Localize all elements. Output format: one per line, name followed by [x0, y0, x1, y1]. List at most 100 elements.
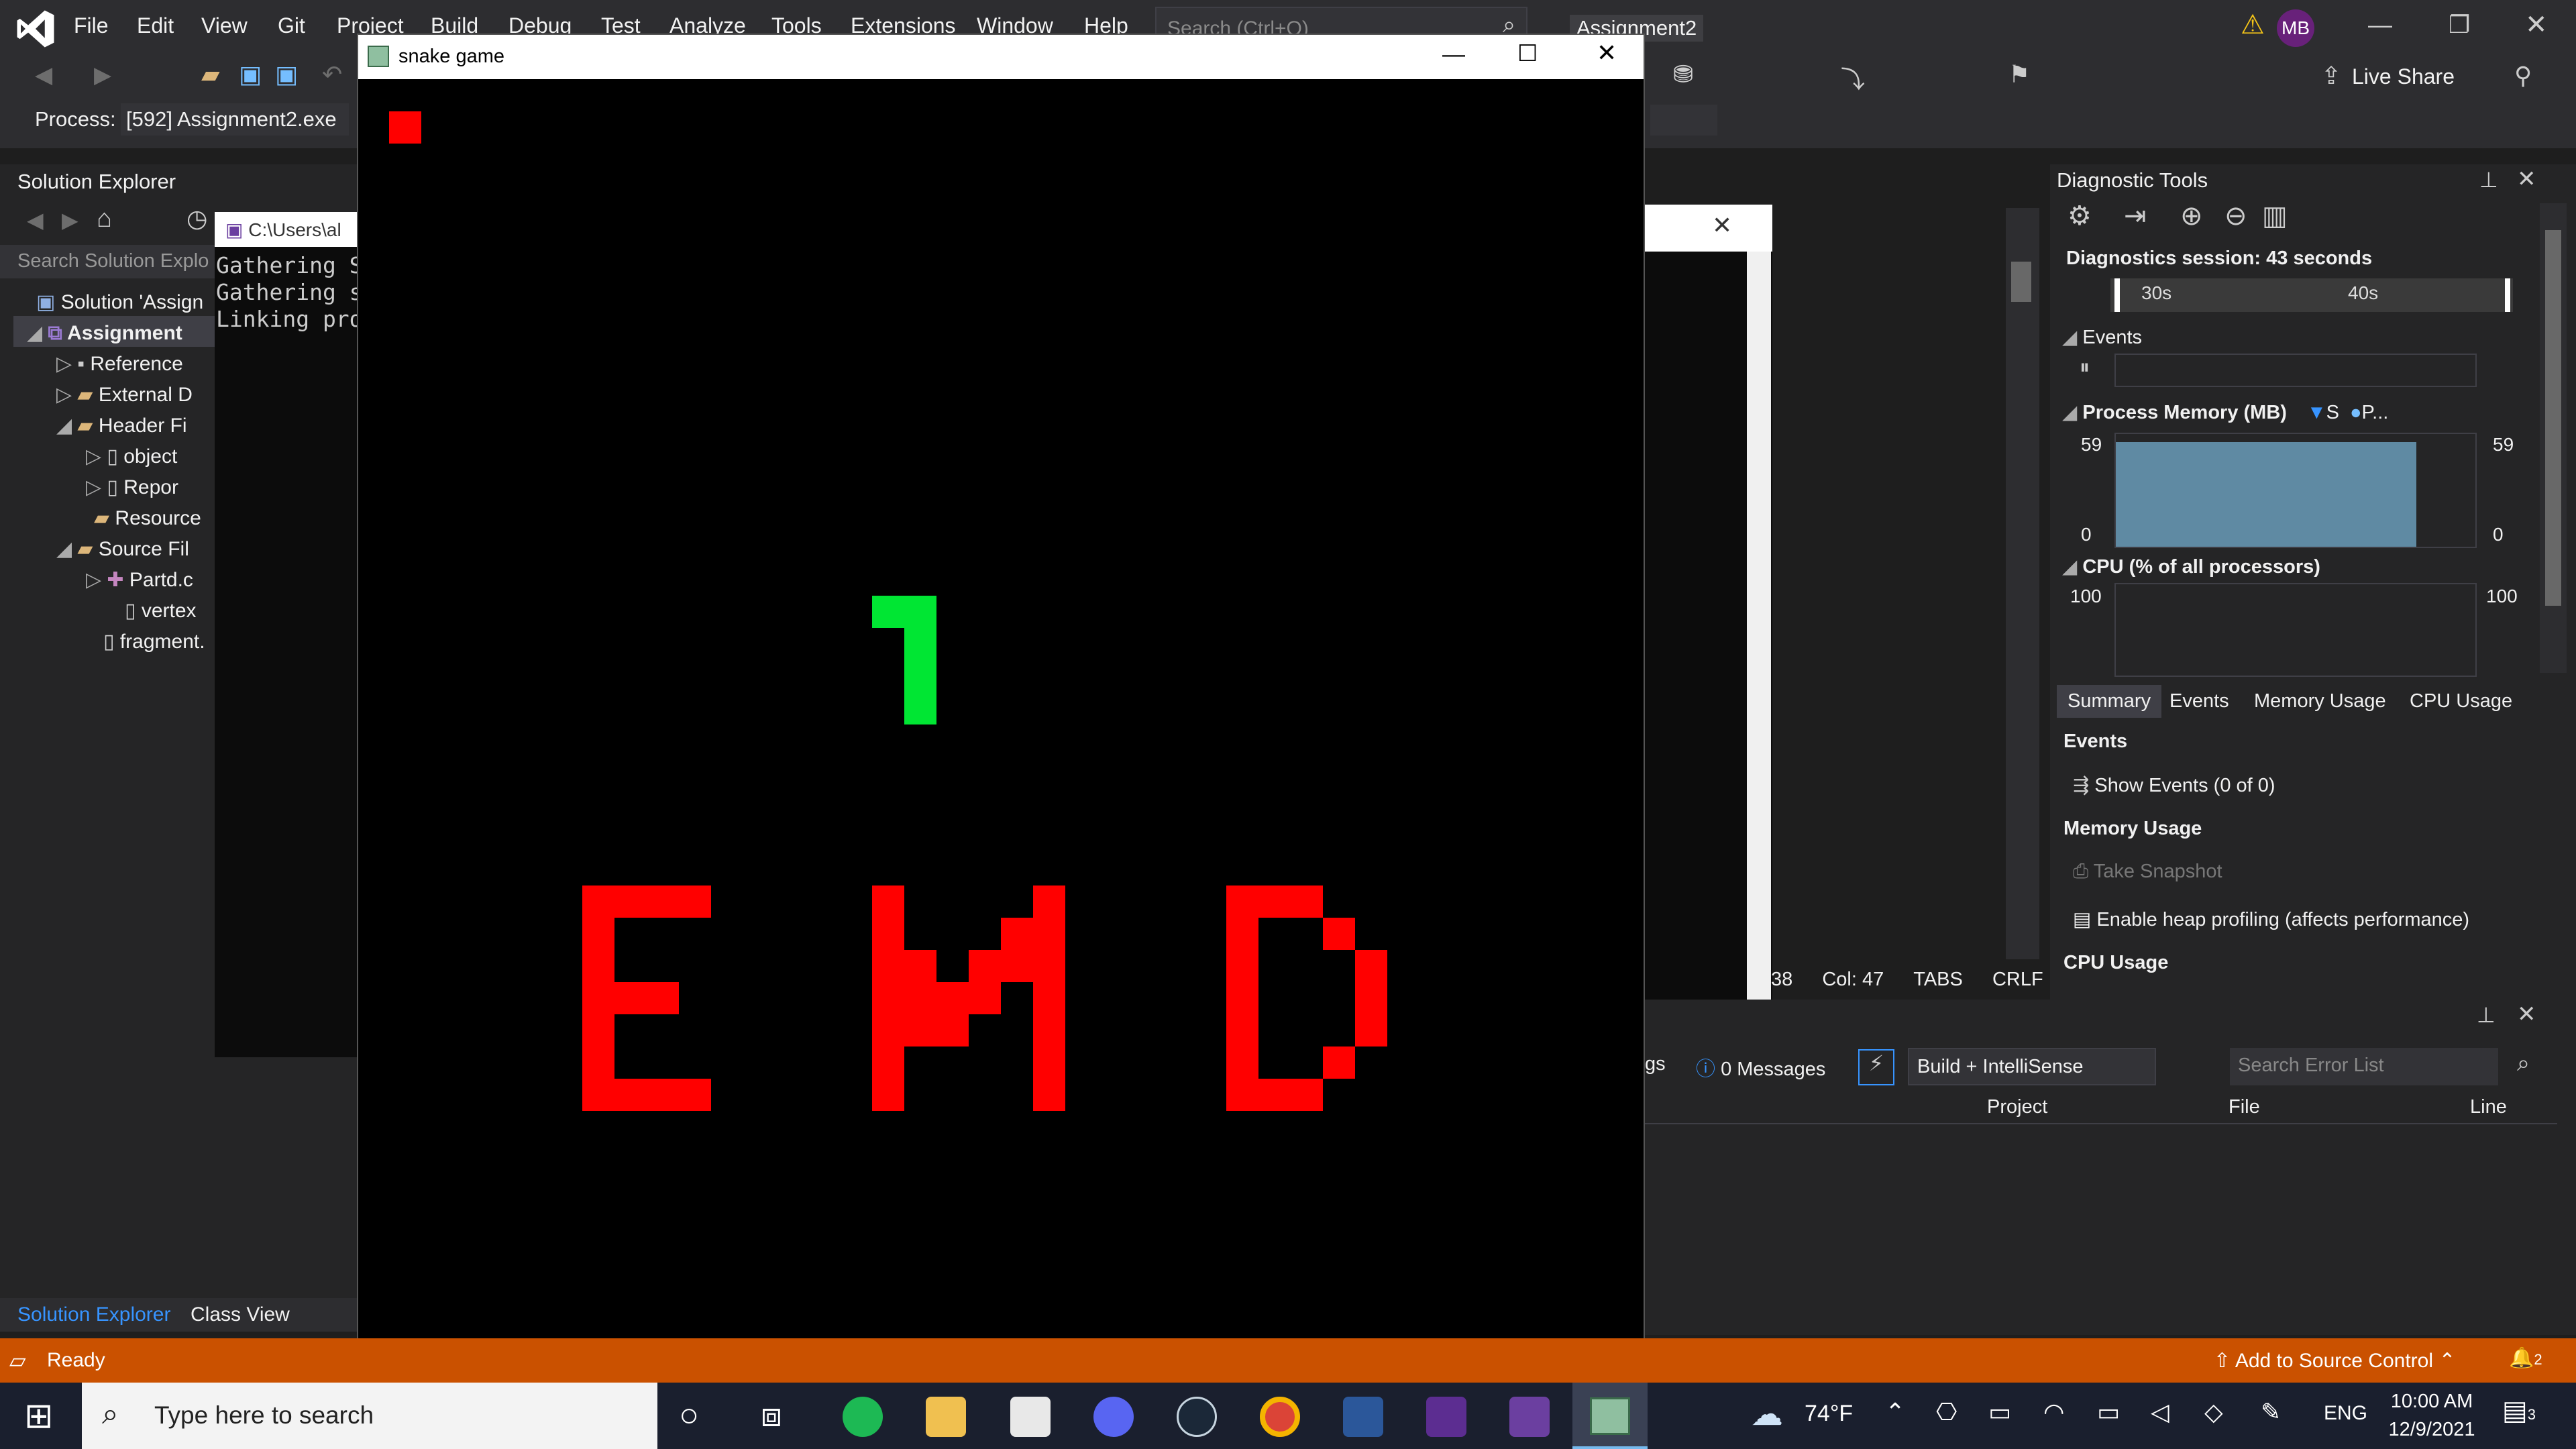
warnings-filter[interactable]: gs	[1645, 1053, 1666, 1075]
tab-events[interactable]: Events	[2169, 690, 2229, 712]
history-icon[interactable]: ◷	[186, 205, 207, 233]
steam-icon[interactable]	[1177, 1397, 1217, 1437]
tree-source-files[interactable]: ◢ ▰ Source Fil	[56, 537, 189, 561]
column-line[interactable]: Line	[2470, 1096, 2507, 1118]
cpu-chart[interactable]	[2114, 583, 2477, 677]
menu-git[interactable]: Git	[278, 13, 305, 38]
volume-icon[interactable]: ◁	[2151, 1398, 2169, 1426]
restore-icon[interactable]: ❐	[2449, 11, 2470, 39]
build-filter-dropdown[interactable]: Build + IntelliSense	[1908, 1048, 2156, 1085]
discord-icon[interactable]	[1093, 1397, 1134, 1437]
live-share-button[interactable]: Live Share	[2352, 64, 2455, 89]
timeline-start-handle[interactable]	[2114, 278, 2120, 312]
zoom-out-icon[interactable]: ⊖	[2224, 201, 2247, 231]
snake-titlebar[interactable]: snake game — ☐ ✕	[358, 35, 1644, 79]
tree-partd[interactable]: ▷ ✚ Partd.c	[86, 568, 193, 592]
thread-dropdown[interactable]	[1650, 105, 1717, 136]
warning-icon[interactable]: ⚠	[2241, 9, 2265, 40]
line-ending[interactable]: CRLF	[1992, 969, 2043, 990]
menu-view[interactable]: View	[201, 13, 248, 38]
back-icon[interactable]: ◀	[27, 207, 44, 233]
column-file[interactable]: File	[2229, 1096, 2260, 1118]
tree-external[interactable]: ▷ ▰ External D	[56, 383, 193, 407]
tab-memory-usage[interactable]: Memory Usage	[2254, 690, 2386, 712]
pause-icon[interactable]: ⏸	[2080, 356, 2090, 379]
chrome-icon[interactable]	[1260, 1397, 1300, 1437]
cpu-section[interactable]: ◢ CPU (% of all processors)	[2062, 555, 2320, 578]
editor-scrollbar[interactable]	[2006, 208, 2039, 959]
error-search-input[interactable]: Search Error List	[2230, 1048, 2498, 1085]
battery-icon[interactable]: ▭	[2097, 1398, 2120, 1426]
dropbox-icon[interactable]: ◇	[2204, 1398, 2223, 1426]
heap-profiling-button[interactable]: ▤ Enable heap profiling (affects perform…	[2073, 908, 2469, 931]
language-indicator[interactable]: ENG	[2324, 1402, 2367, 1425]
close-icon[interactable]: ✕	[1712, 211, 1732, 239]
visual-studio-icon[interactable]	[1426, 1397, 1466, 1437]
action-center[interactable]: ▤3	[2502, 1395, 2536, 1426]
minimize-icon[interactable]: —	[1442, 42, 1465, 68]
home-icon[interactable]: ⌂	[97, 205, 112, 233]
timeline-ruler[interactable]: 30s 40s	[2110, 278, 2513, 312]
tree-header-files[interactable]: ◢ ▰ Header Fi	[56, 414, 187, 437]
undo-icon[interactable]: ↶	[322, 60, 342, 89]
weather-icon[interactable]: ☁	[1751, 1395, 1783, 1433]
debug-toolbar-icon[interactable]: ⛃	[1673, 60, 1693, 89]
word-icon[interactable]	[1343, 1397, 1383, 1437]
tree-project[interactable]: ◢ ⧉ Assignment	[27, 321, 182, 345]
tab-class-view[interactable]: Class View	[191, 1303, 290, 1326]
scrollbar-thumb[interactable]	[2011, 262, 2031, 302]
tab-summary[interactable]: Summary	[2057, 685, 2162, 718]
events-section[interactable]: ◢ Events	[2062, 325, 2142, 349]
close-icon[interactable]: ✕	[2525, 9, 2548, 40]
zoom-in-icon[interactable]: ⊕	[2180, 201, 2203, 231]
display-icon[interactable]: ▭	[1988, 1398, 2011, 1426]
messages-filter[interactable]: ⓘ 0 Messages	[1696, 1053, 1825, 1081]
minimize-icon[interactable]: —	[2368, 11, 2392, 39]
tab-cpu-usage[interactable]: CPU Usage	[2410, 690, 2512, 712]
cortana-icon[interactable]: ○	[679, 1395, 699, 1434]
user-avatar[interactable]: MB	[2277, 9, 2314, 47]
close-icon[interactable]: ✕	[2517, 166, 2536, 193]
wifi-icon[interactable]: ◠	[2043, 1398, 2064, 1426]
taskbar-search[interactable]: ⌕ Type here to search	[82, 1383, 657, 1449]
memory-section[interactable]: ◢ Process Memory (MB) ▼S ●P...	[2062, 400, 2388, 424]
file-explorer-icon[interactable]	[926, 1397, 966, 1437]
tree-solution[interactable]: ▣ Solution 'Assign	[36, 290, 203, 314]
menu-file[interactable]: File	[74, 13, 109, 38]
close-icon[interactable]: ✕	[2517, 1001, 2536, 1028]
microsoft-store-icon[interactable]	[1010, 1397, 1051, 1437]
chart-icon[interactable]: ▥	[2262, 201, 2288, 231]
clock[interactable]: 10:00 AM 12/9/2021	[2388, 1387, 2475, 1444]
tree-object[interactable]: ▷ ▯ object	[86, 445, 177, 468]
forward-icon[interactable]: ▶	[62, 207, 78, 233]
scrollbar-thumb[interactable]	[2545, 230, 2561, 606]
diagnostics-scrollbar[interactable]	[2540, 203, 2567, 673]
snake-game-taskbar-button[interactable]	[1572, 1383, 1648, 1449]
menu-edit[interactable]: Edit	[137, 13, 174, 38]
column-project[interactable]: Project	[1987, 1096, 2047, 1118]
weather-temp[interactable]: 74°F	[1805, 1401, 1853, 1427]
save-all-icon[interactable]: ▣	[275, 60, 298, 89]
maximize-icon[interactable]: ☐	[1517, 40, 1538, 67]
forward-icon[interactable]: ▶	[94, 62, 111, 89]
chevron-up-icon[interactable]: ⌃	[1885, 1398, 1905, 1426]
process-dropdown[interactable]: [592] Assignment2.exe	[121, 103, 349, 136]
close-icon[interactable]: ✕	[1597, 39, 1617, 67]
step-icon[interactable]: ⤵	[1841, 60, 1865, 95]
bookmark-icon[interactable]: ⚑	[2008, 60, 2030, 89]
feedback-icon[interactable]: ⚲	[2514, 62, 2532, 90]
add-to-source-control[interactable]: ⇧ Add to Source Control ⌃	[2214, 1349, 2455, 1373]
save-icon[interactable]: ▣	[239, 60, 262, 89]
take-snapshot-button[interactable]: ⎙ Take Snapshot	[2073, 861, 2222, 883]
pin-icon[interactable]: ⊥	[2477, 1002, 2496, 1028]
back-icon[interactable]: ◀	[35, 62, 52, 89]
filter-icon[interactable]: ⚡	[1858, 1049, 1894, 1085]
console-app-icon[interactable]	[1509, 1397, 1550, 1437]
memory-chart[interactable]	[2114, 433, 2477, 548]
settings-icon[interactable]: ⚙	[2068, 201, 2092, 231]
tree-report[interactable]: ▷ ▯ Repor	[86, 476, 178, 499]
task-view-icon[interactable]: ⧈	[761, 1395, 782, 1435]
tree-vertex[interactable]: ▯ vertex	[125, 599, 197, 623]
notifications[interactable]: 🔔2	[2509, 1346, 2542, 1370]
windows-start-icon[interactable]: ⊞	[24, 1396, 54, 1436]
